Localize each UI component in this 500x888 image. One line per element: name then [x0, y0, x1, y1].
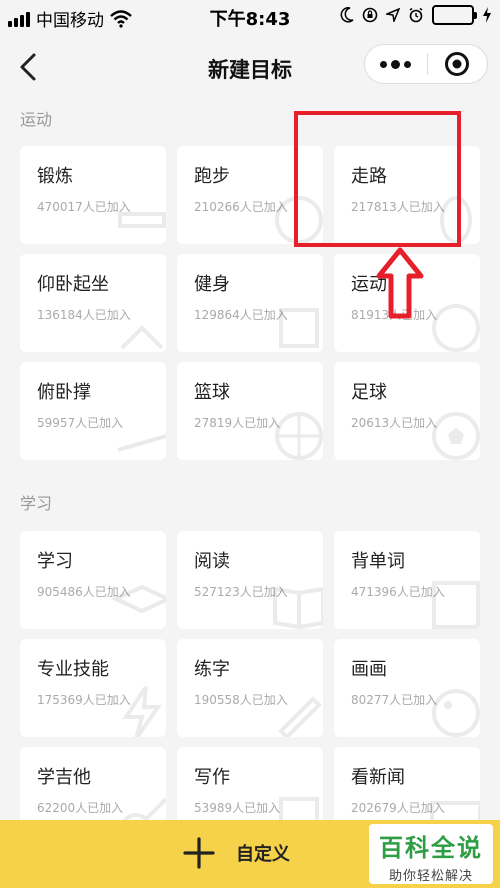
moon-icon — [340, 7, 354, 23]
goal-name: 篮球 — [194, 382, 230, 403]
watermark-title: 百科全说 — [379, 834, 483, 862]
goal-name: 背单词 — [351, 551, 405, 572]
goal-card-study[interactable]: 学习 905486人已加入 — [20, 531, 166, 629]
up-arrow-icon — [376, 247, 424, 319]
palette-icon — [432, 689, 480, 737]
goal-name: 画画 — [351, 659, 387, 680]
status-bar: 中国移动 下午8:43 — [0, 0, 500, 34]
close-mini-program-button[interactable] — [427, 45, 487, 83]
goal-name: 看新闻 — [351, 767, 405, 788]
goal-card-situps[interactable]: 仰卧起坐 136184人已加入 — [20, 254, 166, 352]
rotation-lock-icon — [362, 7, 378, 23]
goal-card-drawing[interactable]: 画画 80277人已加入 — [334, 639, 480, 737]
ball-icon — [432, 304, 480, 352]
more-options-button[interactable] — [365, 45, 427, 83]
dot-icon — [391, 59, 401, 69]
goal-name: 足球 — [351, 382, 387, 403]
book-icon — [273, 586, 323, 629]
goal-name: 学习 — [37, 551, 73, 572]
goal-name: 写作 — [194, 767, 230, 788]
charging-icon — [483, 7, 491, 23]
fitness-icon — [279, 308, 319, 348]
mini-program-capsule — [364, 44, 488, 84]
pen-icon — [278, 696, 322, 737]
section-title-study: 学习 — [20, 494, 53, 513]
status-right — [340, 5, 492, 25]
goal-name: 俯卧撑 — [37, 382, 91, 403]
goal-name: 练字 — [194, 659, 230, 680]
plus-icon — [183, 837, 215, 869]
dumbbell-icon — [118, 212, 166, 228]
goal-card-exercise[interactable]: 锻炼 470017人已加入 — [20, 146, 166, 244]
dot-icon — [404, 60, 412, 68]
target-icon — [445, 52, 470, 76]
goal-name: 锻炼 — [37, 166, 73, 187]
highlight-box — [294, 111, 461, 247]
watermark: 百科全说 助你轻松解决 — [369, 824, 493, 884]
graduation-cap-icon — [112, 584, 166, 614]
custom-label: 自定义 — [236, 844, 290, 865]
goal-name: 健身 — [194, 274, 230, 295]
location-icon — [386, 8, 400, 22]
goal-name: 专业技能 — [37, 659, 109, 680]
goal-card-reading[interactable]: 阅读 527123人已加入 — [177, 531, 323, 629]
goal-card-vocabulary[interactable]: 背单词 471396人已加入 — [334, 531, 480, 629]
dot-icon — [380, 60, 388, 68]
situp-icon — [120, 325, 164, 350]
add-custom-goal-button[interactable]: 自定义 — [182, 836, 290, 870]
alarm-icon — [409, 7, 423, 23]
lightning-icon — [122, 685, 162, 737]
basketball-icon — [275, 412, 323, 460]
nav-bar: 新建目标 — [0, 34, 500, 98]
goal-name: 学吉他 — [37, 767, 91, 788]
goal-card-calligraphy[interactable]: 练字 190558人已加入 — [177, 639, 323, 737]
goal-card-basketball[interactable]: 篮球 27819人已加入 — [177, 362, 323, 460]
goal-name: 阅读 — [194, 551, 230, 572]
goal-card-football[interactable]: 足球 20613人已加入 — [334, 362, 480, 460]
battery-icon — [432, 5, 477, 25]
goal-card-fitness[interactable]: 健身 129864人已加入 — [177, 254, 323, 352]
goal-name: 仰卧起坐 — [37, 274, 109, 295]
football-icon — [432, 412, 480, 460]
section-title-sports: 运动 — [20, 110, 53, 129]
goal-card-skills[interactable]: 专业技能 175369人已加入 — [20, 639, 166, 737]
study-grid: 学习 905486人已加入 阅读 527123人已加入 背单词 471396人已… — [20, 531, 480, 845]
pushup-icon — [117, 434, 166, 452]
watermark-subtitle: 助你轻松解决 — [388, 869, 473, 884]
english-book-icon — [432, 581, 480, 629]
goal-card-pushups[interactable]: 俯卧撑 59957人已加入 — [20, 362, 166, 460]
